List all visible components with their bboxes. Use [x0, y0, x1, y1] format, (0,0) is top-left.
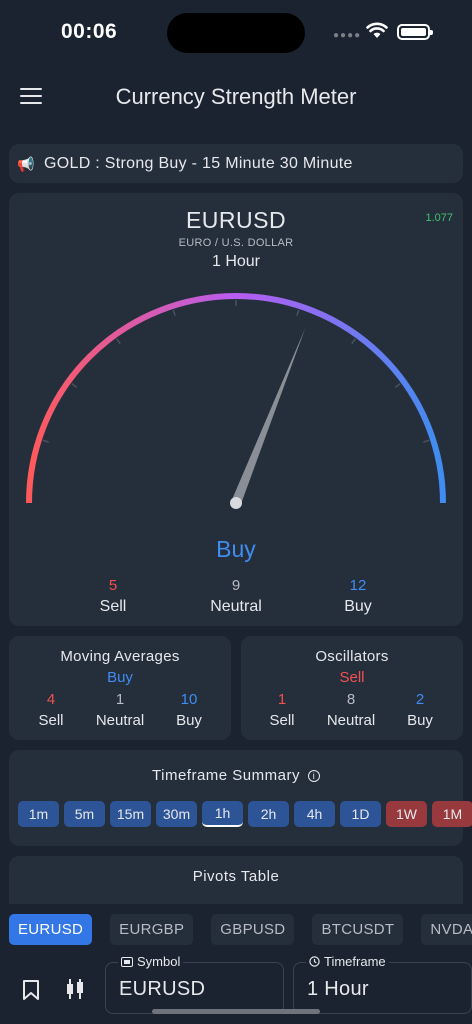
osc-neutral-label: Neutral: [326, 712, 376, 729]
gauge-tick: [172, 309, 176, 316]
overall-verdict: Buy: [216, 536, 256, 562]
timeframe-select-value: 1 Hour: [307, 978, 369, 1000]
megaphone-icon: 📢: [17, 156, 35, 172]
timeframe-summary-card: Timeframe Summary i 1m 5m 15m 30m 1h 2h 4h 1D 1W 1…: [9, 750, 472, 846]
timeframe-buttons: 1m 5m 15m 30m 1h 2h 4h 1D 1W 1M: [18, 801, 472, 827]
gauge-card: EURUSD 1.077 EURO / U.S. DOLLAR 1 Hour B…: [9, 193, 463, 626]
symbol-tab-eurgbp[interactable]: EURGBP: [110, 914, 194, 945]
ma-neutral: 1 Neutral: [80, 691, 160, 729]
buy-count-value: 12: [349, 577, 367, 594]
timeframe-select-label-text: Timeframe: [324, 954, 386, 969]
oscillators-card: Oscillators Sell 1 Sell 8 Neutral 2 Buy: [241, 636, 463, 740]
gauge-tick: [42, 439, 49, 443]
ticket-icon: [121, 956, 133, 967]
osc-sell-label: Sell: [269, 712, 295, 729]
sell-count: 5 Sell: [53, 577, 173, 616]
gauge-tick: [394, 383, 401, 388]
osc-sell-value: 1: [277, 691, 287, 708]
pivots-table-title: Pivots Table: [192, 868, 280, 885]
buy-count-label: Buy: [344, 598, 372, 615]
timeframe-button-1m[interactable]: 1m: [18, 801, 59, 827]
oscillators-title: Oscillators: [315, 648, 389, 665]
app-header: Currency Strength Meter: [0, 72, 472, 122]
gauge-tick: [423, 439, 430, 443]
timeframe-button-15m[interactable]: 15m: [110, 801, 151, 827]
timeframe-button-1w[interactable]: 1W: [386, 801, 427, 827]
symbol-tab-btcusdt[interactable]: BTCUSDT: [312, 914, 404, 945]
timeframe-button-4h[interactable]: 4h: [294, 801, 335, 827]
timeframe-button-30m[interactable]: 30m: [156, 801, 197, 827]
timeframe-button-1m[interactable]: 1M: [432, 801, 472, 827]
symbol-select-label: Symbol: [118, 954, 184, 969]
gauge-tick: [351, 338, 356, 345]
symbol-tab-nvda[interactable]: NVDA: [421, 914, 472, 945]
symbol-select-label-text: Symbol: [137, 954, 181, 969]
status-time: 00:06: [61, 20, 118, 43]
cellular-signal-icon: ●●●●: [333, 30, 362, 41]
ma-buy: 10 Buy: [149, 691, 229, 729]
ma-sell-label: Sell: [38, 712, 64, 729]
symbol-select[interactable]: Symbol EURUSD: [105, 954, 284, 1014]
ma-sell: 4 Sell: [11, 691, 91, 729]
gauge-tick: [116, 338, 121, 345]
symbol-select-value: EURUSD: [119, 978, 206, 1000]
ticker-text: GOLD : Strong Buy - 15 Minute 30 Minute: [44, 155, 353, 172]
ma-neutral-label: Neutral: [95, 712, 145, 729]
osc-neutral: 8 Neutral: [311, 691, 391, 729]
gauge-tick: [71, 383, 78, 388]
symbol-tab-eurusd[interactable]: EURUSD: [9, 914, 93, 945]
signal-ticker[interactable]: 📢 GOLD : Strong Buy - 15 Minute 30 Minut…: [9, 144, 463, 183]
dynamic-island: [167, 13, 305, 53]
timeframe-button-1h[interactable]: 1h: [202, 801, 243, 827]
bottom-bar: EURUSD EURGBP GBPUSD BTCUSDT NVDA Symbol EUR…: [0, 904, 472, 1024]
ma-sell-value: 4: [46, 691, 56, 708]
battery-icon: [397, 24, 433, 40]
timeframe-summary-title: Timeframe Summary i: [9, 767, 463, 784]
timeframe-button-5m[interactable]: 5m: [64, 801, 105, 827]
wifi-icon: [366, 22, 388, 38]
neutral-count: 9 Neutral: [176, 577, 296, 616]
gauge-symbol: EURUSD: [185, 207, 287, 233]
gauge-tick: [296, 309, 300, 316]
clock-icon: [309, 956, 320, 967]
status-bar: 00:06 ●●●●: [0, 0, 472, 64]
osc-sell: 1 Sell: [242, 691, 322, 729]
osc-buy-value: 2: [415, 691, 425, 708]
osc-buy-label: Buy: [407, 712, 433, 729]
gauge-arc: [26, 293, 446, 504]
sell-count-label: Sell: [99, 598, 127, 615]
sell-count-value: 5: [108, 577, 118, 594]
page-title: Currency Strength Meter: [115, 84, 357, 109]
home-indicator[interactable]: [152, 1009, 320, 1014]
ma-buy-value: 10: [180, 691, 198, 708]
bookmark-icon[interactable]: [22, 979, 40, 1001]
timeframe-select[interactable]: Timeframe 1 Hour: [293, 954, 472, 1014]
candlestick-chart-icon[interactable]: [65, 977, 85, 1001]
gauge-ticks: [42, 300, 430, 443]
osc-buy: 2 Buy: [380, 691, 460, 729]
buy-count: 12 Buy: [298, 577, 418, 616]
timeframe-button-2h[interactable]: 2h: [248, 801, 289, 827]
timeframe-button-1d[interactable]: 1D: [340, 801, 381, 827]
info-icon[interactable]: i: [307, 770, 320, 782]
oscillators-verdict: Sell: [339, 669, 365, 686]
moving-averages-card: Moving Averages Buy 4 Sell 1 Neutral 10 …: [9, 636, 231, 740]
osc-neutral-value: 8: [346, 691, 356, 708]
timeframe-select-label: Timeframe: [306, 954, 389, 969]
symbol-tab-gbpusd[interactable]: GBPUSD: [211, 914, 295, 945]
ma-neutral-value: 1: [115, 691, 125, 708]
ma-buy-label: Buy: [176, 712, 202, 729]
moving-averages-verdict: Buy: [107, 669, 133, 686]
gauge-needle: [231, 328, 306, 505]
symbol-description: EURO / U.S. DOLLAR: [178, 237, 294, 249]
neutral-count-label: Neutral: [210, 598, 262, 615]
neutral-count-value: 9: [231, 577, 241, 594]
moving-averages-title: Moving Averages: [60, 648, 180, 665]
gauge-timeframe: 1 Hour: [211, 253, 261, 270]
symbol-tabs: EURUSD EURGBP GBPUSD BTCUSDT NVDA: [9, 914, 472, 945]
gauge-hub: [230, 497, 242, 509]
timeframe-summary-label: Timeframe Summary: [152, 767, 300, 784]
current-price: 1.077: [425, 212, 453, 224]
